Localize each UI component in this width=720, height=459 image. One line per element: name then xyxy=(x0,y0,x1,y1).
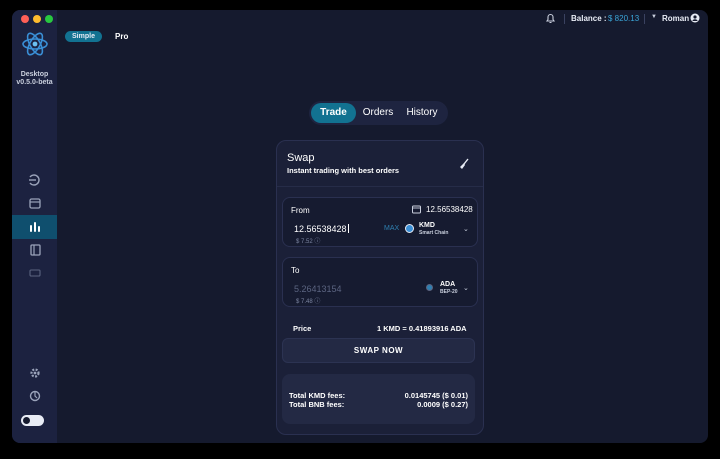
bell-icon[interactable] xyxy=(545,12,556,24)
to-coin-network: BEP-20 xyxy=(440,289,458,295)
ada-coin-icon xyxy=(426,284,433,291)
swap-title: Swap xyxy=(287,152,315,164)
divider xyxy=(564,14,565,24)
divider xyxy=(277,186,483,187)
wallet-icon xyxy=(412,205,421,214)
broom-icon[interactable] xyxy=(458,158,470,170)
fee-value: 0.0009 ($ 0.27) xyxy=(417,400,468,409)
from-amount-input[interactable]: 12.56538428 xyxy=(294,224,349,234)
from-coin-network: Smart Chain xyxy=(419,230,449,236)
mode-simple-tab[interactable]: Simple xyxy=(65,31,102,42)
to-fiat-value: $ 7.48 ⓘ xyxy=(296,299,321,305)
sidebar: Desktop v0.5.0-beta xyxy=(12,10,57,443)
atom-logo-icon xyxy=(22,32,48,56)
kmd-coin-icon xyxy=(405,224,414,233)
app-name-line1: Desktop xyxy=(20,71,49,78)
chevron-down-icon[interactable]: ⌄ xyxy=(463,225,469,233)
from-fiat-value: $ 7.52 ⓘ xyxy=(296,239,321,245)
fiat-icon[interactable] xyxy=(25,263,45,283)
address-book-icon[interactable] xyxy=(25,240,45,260)
minimize-window-button[interactable] xyxy=(33,15,41,23)
maximize-window-button[interactable] xyxy=(45,15,53,23)
price-label: Price xyxy=(293,324,312,333)
settings-icon[interactable] xyxy=(25,363,45,383)
swap-subtitle: Instant trading with best orders xyxy=(287,166,400,175)
to-box: To 5.26413154 $ 7.48 ⓘ ADA BEP-20 ⌄ xyxy=(282,257,478,307)
balance-value: $ 820.13 xyxy=(608,14,640,23)
fee-label: Total BNB fees: xyxy=(289,400,345,409)
from-box: From 12.56538428 12.56538428 $ 7.52 ⓘ MA… xyxy=(282,197,478,247)
from-label: From xyxy=(291,206,310,215)
support-icon[interactable] xyxy=(25,386,45,406)
chevron-down-icon[interactable]: ⌄ xyxy=(463,284,469,292)
app-name: Desktop v0.5.0-beta xyxy=(12,71,57,87)
balance-label: Balance : xyxy=(571,14,607,23)
dex-icon[interactable] xyxy=(25,170,45,190)
user-name[interactable]: Roman xyxy=(662,14,689,23)
to-label: To xyxy=(291,266,300,275)
to-amount-input[interactable]: 5.26413154 xyxy=(294,284,342,294)
from-balance[interactable]: 12.56538428 xyxy=(426,205,473,214)
close-window-button[interactable] xyxy=(21,15,29,23)
fees-panel: Total KMD fees: 0.0145745 ($ 0.01) Total… xyxy=(282,374,475,424)
from-coin-name[interactable]: KMD xyxy=(419,222,435,229)
fee-label: Total KMD fees: xyxy=(289,391,346,400)
chevron-down-icon[interactable]: ▼ xyxy=(651,14,657,20)
swap-now-button[interactable]: SWAP NOW xyxy=(282,338,475,363)
app-version: v0.5.0-beta xyxy=(16,79,53,86)
price-value: 1 KMD = 0.41893916 ADA xyxy=(377,324,467,333)
app-window: Desktop v0.5.0-beta Balance : $ 820.13 ▼… xyxy=(12,10,708,443)
fee-value: 0.0145745 ($ 0.01) xyxy=(404,391,468,400)
theme-toggle[interactable] xyxy=(21,415,44,426)
tab-orders[interactable]: Orders xyxy=(359,103,397,123)
divider xyxy=(644,14,645,24)
swap-card: Swap Instant trading with best orders Fr… xyxy=(276,140,484,435)
trade-tabs: Trade Orders History xyxy=(309,101,448,125)
user-icon[interactable] xyxy=(690,13,700,23)
topbar: Balance : $ 820.13 ▼ Roman xyxy=(57,10,708,28)
trade-icon[interactable] xyxy=(25,217,45,237)
max-button[interactable]: MAX xyxy=(384,225,399,232)
mode-pro-tab[interactable]: Pro xyxy=(115,31,128,42)
tab-history[interactable]: History xyxy=(401,103,443,123)
tab-trade[interactable]: Trade xyxy=(311,103,356,123)
to-coin-name[interactable]: ADA xyxy=(440,281,455,288)
wallet-icon[interactable] xyxy=(25,193,45,213)
